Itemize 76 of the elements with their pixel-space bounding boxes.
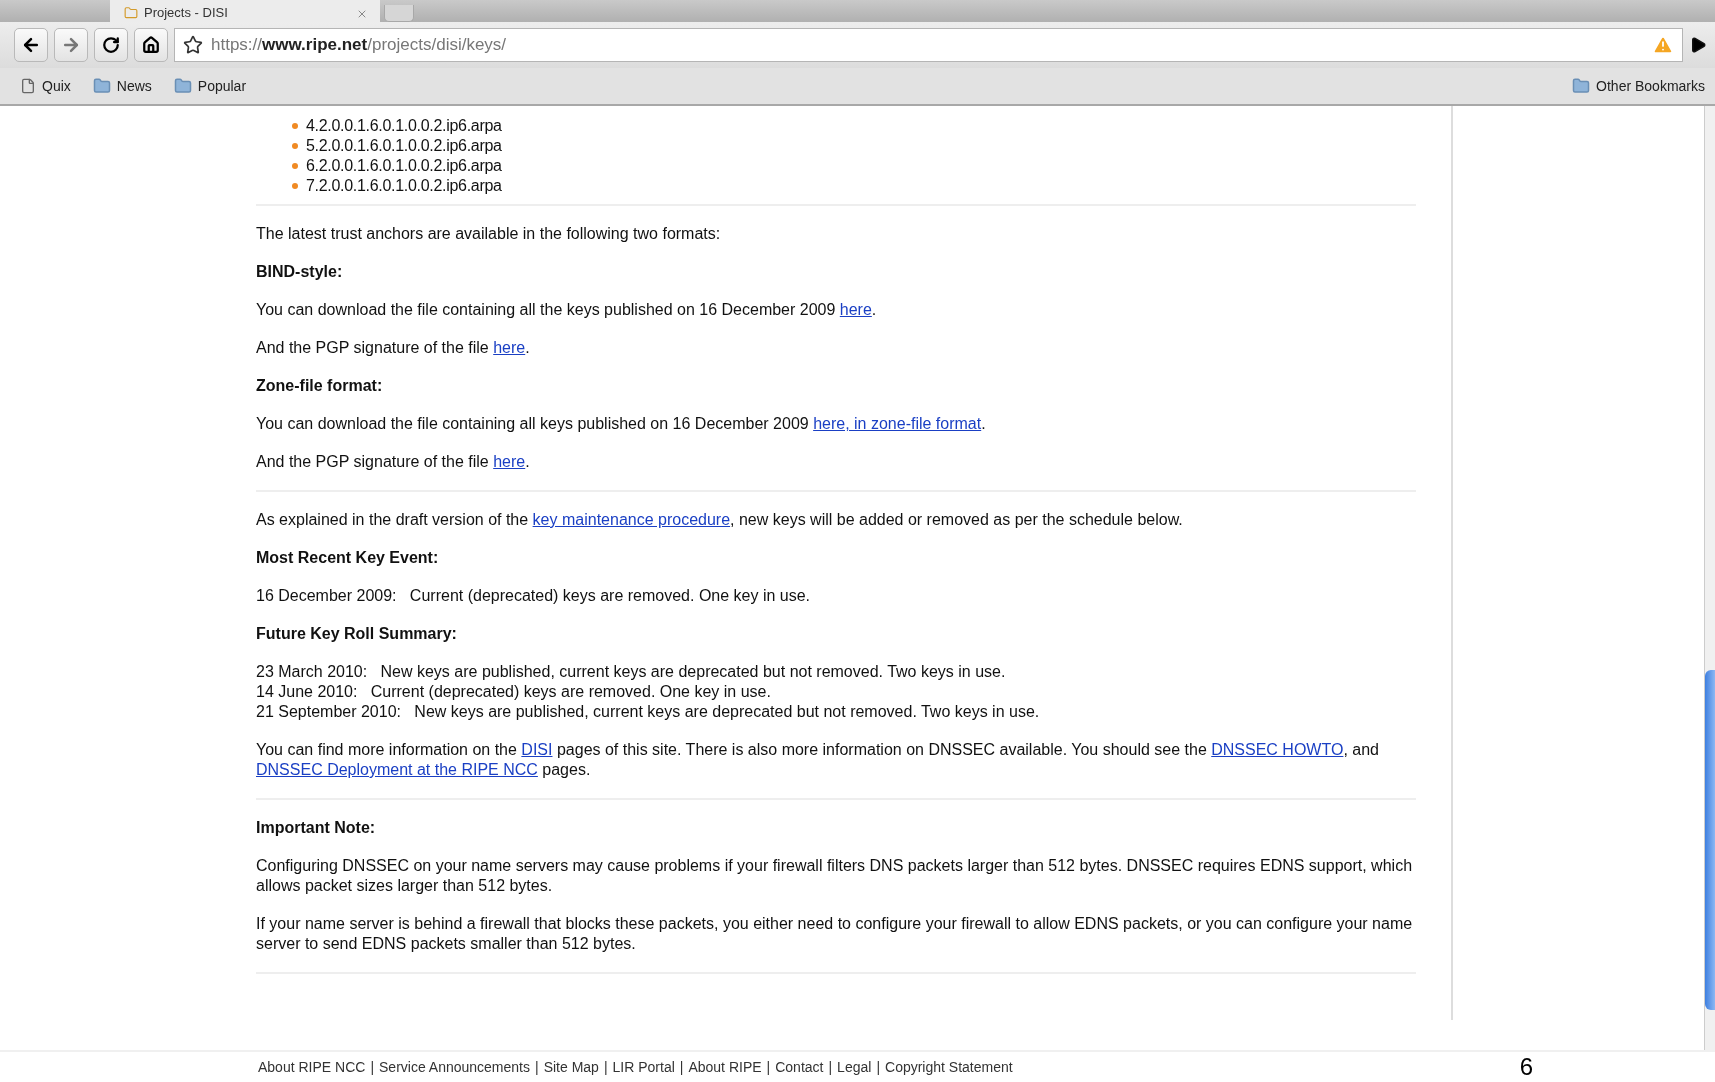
folder-icon — [173, 77, 192, 95]
link[interactable]: DISI — [521, 741, 553, 758]
forward-button[interactable] — [54, 28, 88, 62]
footer-link[interactable]: LIR Portal — [612, 1059, 675, 1075]
paragraph: You can download the file containing all keys published on 16 December 2009 here, in zone-file format. — [256, 414, 987, 434]
paragraph: And the PGP signature of the file here. — [256, 338, 531, 358]
bullet-icon — [292, 123, 298, 129]
browser-tab[interactable]: Projects - DISI — [110, 0, 380, 22]
separator: | — [370, 1059, 374, 1075]
list-item: 5.2.0.0.1.6.0.1.0.0.2.ip6.arpa — [306, 136, 502, 156]
section-heading: BIND-style: — [256, 262, 344, 282]
link[interactable]: key maintenance procedure — [532, 511, 731, 528]
scrollbar-thumb[interactable] — [1705, 670, 1715, 1010]
reload-icon — [102, 36, 120, 54]
other-bookmarks[interactable]: Other Bookmarks — [1572, 77, 1705, 95]
link[interactable]: here — [839, 301, 872, 318]
separator: | — [766, 1059, 771, 1075]
link[interactable]: DNSSEC Deployment at the RIPE NCC — [256, 761, 538, 778]
paragraph: As explained in the draft version of the key maintenance procedure, new keys will be added or removed as per the schedule below. — [256, 510, 1184, 530]
section-heading: Most Recent Key Event: — [256, 548, 440, 568]
address-bar[interactable]: https://www.ripe.net/projects/disi/keys/ — [174, 28, 1683, 62]
page-number: 6 — [1519, 1053, 1533, 1081]
separator: | — [876, 1059, 880, 1075]
back-button[interactable] — [14, 28, 48, 62]
paragraph: If your name server is behind a firewall that blocks these packets, you either need to configure your firewall to allow EDNS packets, or you can configure your name server to send EDNS packets smaller than 512 bytes. — [256, 914, 1414, 954]
bullet-icon — [292, 143, 298, 149]
footer-link[interactable]: Legal — [837, 1059, 872, 1075]
separator: | — [679, 1059, 684, 1075]
paragraph: You can find more information on the DISI pages of this site. There is also more information on DNSSEC available. You should see the DNSSEC HOWTO, and DNSSEC Deployment at the RIPE NCC pages. — [256, 740, 1380, 780]
tab-title: Projects - DISI — [144, 6, 229, 20]
footer-link[interactable]: Site Map — [543, 1059, 599, 1075]
paragraph: And the PGP signature of the file here. — [256, 452, 531, 472]
warning-icon — [1652, 34, 1674, 56]
paragraph: 16 December 2009: Current (deprecated) keys are removed. One key in use. — [256, 586, 812, 606]
separator: | — [535, 1059, 539, 1075]
section-heading: Future Key Roll Summary: — [256, 624, 458, 644]
section-heading: Important Note: — [256, 818, 377, 838]
folder-icon — [92, 77, 111, 95]
footer-link[interactable]: Service Announcements — [379, 1059, 530, 1075]
close-icon[interactable] — [356, 8, 368, 20]
bookmark-item[interactable]: Popular — [173, 77, 247, 95]
reload-button[interactable] — [94, 28, 128, 62]
list-item: 4.2.0.0.1.6.0.1.0.0.2.ip6.arpa — [306, 116, 502, 136]
list-item: 6.2.0.0.1.6.0.1.0.0.2.ip6.arpa — [306, 156, 502, 176]
home-button[interactable] — [134, 28, 168, 62]
footer-link[interactable]: Contact — [775, 1059, 824, 1075]
paragraph: Configuring DNSSEC on your name servers may cause problems if your firewall filters DNS packets larger than 512 bytes. DNSSEC requires EDNS support, which allows packet sizes larger than 512 bytes. — [256, 856, 1414, 896]
folder-icon — [1572, 77, 1591, 95]
paragraph: The latest trust anchors are available in the following two formats: — [256, 224, 722, 244]
link[interactable]: here — [493, 339, 526, 356]
link[interactable]: here, in zone-file format — [813, 415, 982, 432]
schedule-line: 21 September 2010: New keys are published, current keys are deprecated but not removed. Two keys in use. — [256, 702, 1041, 722]
schedule-line: 23 March 2010: New keys are published, current keys are deprecated but not removed. Two keys in use. — [256, 662, 1007, 682]
footer-link[interactable]: Copyright Statement — [885, 1059, 1013, 1075]
section-heading: Zone-file format: — [256, 376, 384, 396]
footer-link[interactable]: About RIPE — [688, 1059, 762, 1075]
link[interactable]: DNSSEC HOWTO — [1211, 741, 1344, 758]
page-icon — [20, 78, 36, 94]
paragraph: You can download the file containing all the keys published on 16 December 2009 here. — [256, 300, 878, 320]
favicon-icon — [124, 6, 138, 20]
footer-link[interactable]: About RIPE NCC — [258, 1059, 366, 1075]
list-item: 7.2.0.0.1.6.0.1.0.0.2.ip6.arpa — [306, 176, 502, 196]
bookmark-item[interactable]: Quix — [20, 78, 71, 94]
schedule-line: 14 June 2010: Current (deprecated) keys are removed. One key in use. — [256, 682, 772, 702]
link[interactable]: here — [493, 453, 526, 470]
bookmark-item[interactable]: News — [92, 77, 152, 95]
scrollbar[interactable] — [1704, 106, 1715, 1050]
bullet-icon — [292, 163, 298, 169]
home-icon — [142, 36, 160, 54]
bookmark-star-icon[interactable] — [183, 35, 203, 55]
play-icon[interactable] — [1689, 36, 1707, 54]
separator: | — [828, 1059, 833, 1075]
separator: | — [603, 1059, 608, 1075]
back-icon — [21, 35, 41, 55]
bullet-icon — [292, 183, 298, 189]
forward-icon — [61, 35, 81, 55]
